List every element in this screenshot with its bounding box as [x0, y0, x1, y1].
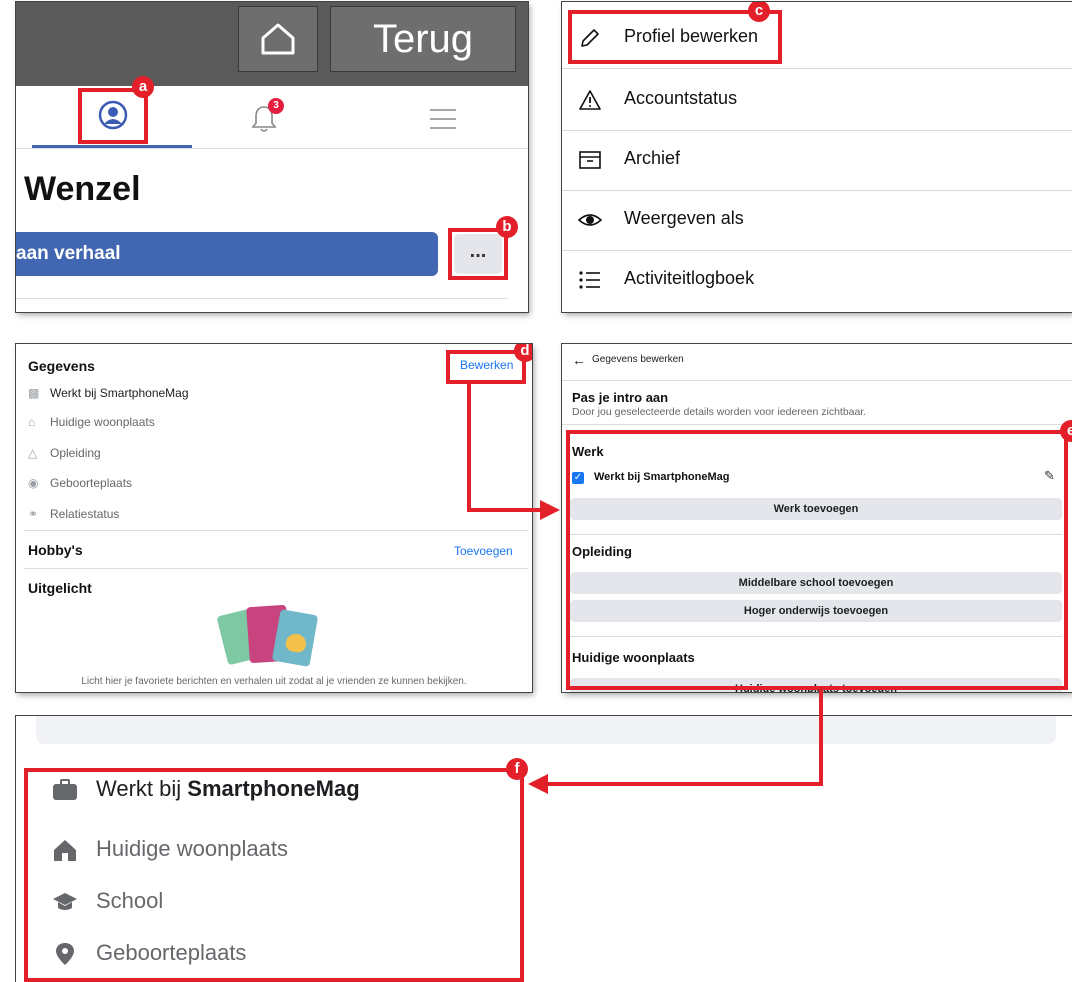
tab-menu[interactable] — [426, 106, 460, 132]
menu-item-label: Weergeven als — [624, 208, 744, 228]
home-button[interactable] — [238, 6, 318, 72]
details-heading: Gegevens — [28, 358, 95, 374]
tab-active-indicator — [32, 145, 192, 148]
intro-subtitle: Door jou geselecteerde details worden vo… — [572, 406, 867, 418]
menu-item-label: Archief — [624, 148, 681, 168]
featured-caption: Licht hier je favoriete berichten en ver… — [81, 676, 467, 687]
connector-e-to-f — [548, 782, 823, 786]
badge-a: a — [132, 76, 154, 98]
briefcase-icon: ▩ — [28, 386, 40, 400]
menu-item-account-status[interactable]: Accountstatus — [562, 70, 1072, 131]
edit-header-title: Gegevens bewerken — [592, 354, 684, 365]
connector-d-to-e — [467, 508, 543, 512]
relationship-icon: ⚭ — [28, 507, 39, 521]
menu-item-view-as[interactable]: Weergeven als — [562, 190, 1072, 251]
location-icon: ◉ — [28, 476, 39, 490]
tab-notifications[interactable]: 3 — [246, 98, 286, 138]
badge-f: f — [506, 758, 528, 780]
eye-icon — [578, 214, 602, 226]
highlight-e — [566, 430, 1068, 690]
featured-illustration — [216, 604, 326, 670]
hamburger-icon — [430, 109, 456, 129]
menu-item-archive[interactable]: Archief — [562, 130, 1072, 191]
detail-row-city: ⌂ Huidige woonplaats — [28, 415, 155, 429]
hobbies-heading: Hobby's — [28, 542, 83, 558]
details-panel: Gegevens Bewerken ▩ Werkt bij SmartphoneM… — [16, 344, 532, 692]
connector-d-to-e — [467, 380, 471, 510]
archive-icon — [579, 151, 601, 169]
detail-row-birthplace: ◉ Geboorteplaats — [28, 476, 133, 490]
profile-menu-panel: Profiel bewerken Accountstatus Archief W… — [562, 2, 1072, 312]
school-icon: △ — [28, 446, 38, 460]
arrow-head-left — [528, 774, 548, 794]
divider — [562, 424, 1072, 425]
intro-title: Pas je intro aan — [572, 390, 669, 405]
highlight-f — [24, 768, 524, 982]
story-button-label: aan verhaal — [16, 243, 121, 264]
divider — [24, 568, 528, 569]
profile-name: Wenzel — [24, 170, 141, 208]
warning-icon — [579, 90, 601, 110]
list-icon — [579, 271, 600, 289]
notification-count: 3 — [268, 98, 284, 114]
edit-details-panel: ← Gegevens bewerken Pas je intro aan Doo… — [562, 344, 1072, 692]
info-card-bottom — [36, 716, 1056, 744]
menu-item-label: Activiteitlogboek — [624, 268, 755, 288]
detail-row-relationship: ⚭ Relatiestatus — [28, 507, 120, 521]
result-panel: Werkt bij SmartphoneMag Huidige woonplaa… — [16, 716, 1072, 982]
arrow-head-right — [540, 500, 560, 520]
menu-item-activity-log[interactable]: Activiteitlogboek — [562, 250, 1072, 310]
detail-row-work: ▩ Werkt bij SmartphoneMag — [28, 386, 189, 400]
story-button[interactable]: aan verhaal — [16, 232, 438, 276]
highlight-b — [448, 228, 508, 280]
profile-panel: Terug 3 Wenzel aan verhaal ... a b — [16, 2, 528, 312]
featured-heading: Uitgelicht — [28, 580, 92, 596]
detail-row-education: △ Opleiding — [28, 446, 101, 460]
menu-item-label: Accountstatus — [624, 88, 738, 108]
back-arrow-icon[interactable]: ← — [572, 352, 586, 368]
connector-e-to-f — [819, 690, 823, 786]
badge-b: b — [496, 216, 518, 238]
hobbies-add-link[interactable]: Toevoegen — [454, 544, 513, 558]
back-button[interactable]: Terug — [330, 6, 516, 72]
home-icon: ⌂ — [28, 415, 36, 429]
home-icon — [261, 23, 295, 55]
divider — [16, 298, 508, 299]
divider — [24, 530, 528, 531]
